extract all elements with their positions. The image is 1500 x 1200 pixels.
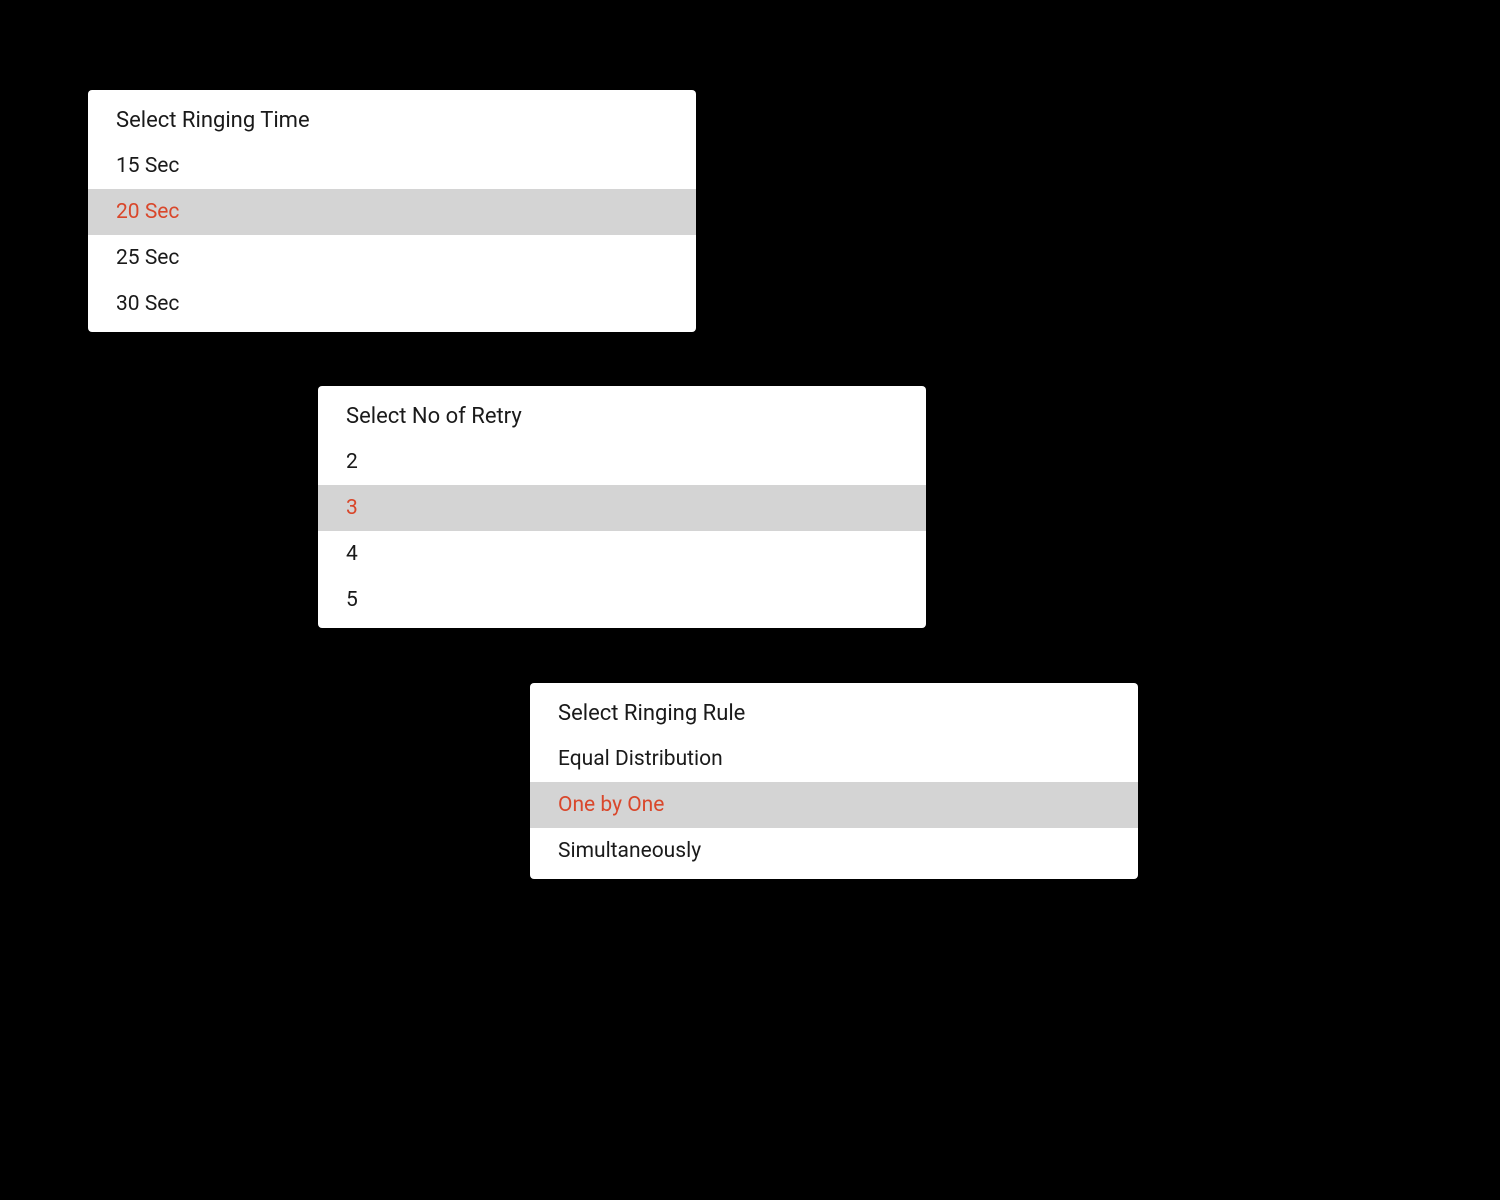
ringing-rule-option-onebyone[interactable]: One by One: [530, 782, 1138, 828]
ringing-time-option-15[interactable]: 15 Sec: [88, 143, 696, 189]
retry-popup: Select No of Retry 2 3 4 5: [318, 386, 926, 628]
ringing-rule-popup: Select Ringing Rule Equal Distribution O…: [530, 683, 1138, 879]
ringing-rule-title: Select Ringing Rule: [530, 683, 1138, 736]
ringing-rule-option-equal[interactable]: Equal Distribution: [530, 736, 1138, 782]
retry-option-5[interactable]: 5: [318, 577, 926, 628]
ringing-time-option-25[interactable]: 25 Sec: [88, 235, 696, 281]
retry-option-4[interactable]: 4: [318, 531, 926, 577]
ringing-time-option-30[interactable]: 30 Sec: [88, 281, 696, 332]
ringing-time-title: Select Ringing Time: [88, 90, 696, 143]
retry-option-2[interactable]: 2: [318, 439, 926, 485]
ringing-time-option-20[interactable]: 20 Sec: [88, 189, 696, 235]
retry-option-3[interactable]: 3: [318, 485, 926, 531]
retry-title: Select No of Retry: [318, 386, 926, 439]
ringing-time-popup: Select Ringing Time 15 Sec 20 Sec 25 Sec…: [88, 90, 696, 332]
ringing-rule-option-simultaneously[interactable]: Simultaneously: [530, 828, 1138, 879]
